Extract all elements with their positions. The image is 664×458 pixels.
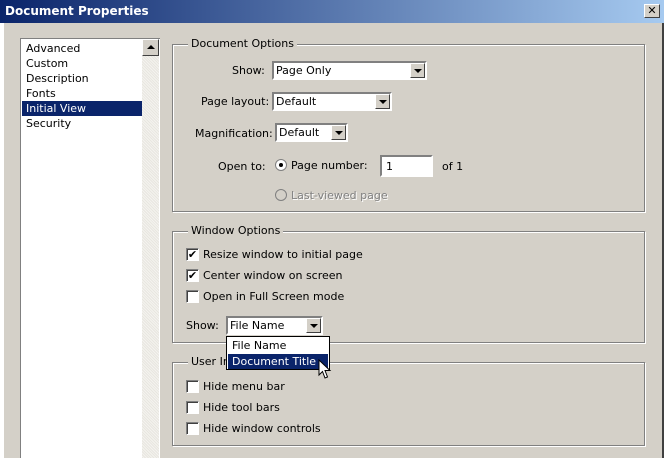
sidebar-item-label: Advanced <box>26 42 81 55</box>
sidebar-item-label: Custom <box>26 57 69 70</box>
chevron-down-icon <box>310 324 318 328</box>
sidebar-item-security[interactable]: Security <box>22 116 142 131</box>
dropdown-option-file-name[interactable]: File Name <box>228 338 328 353</box>
window-border-left <box>0 23 4 458</box>
close-icon: ✕ <box>647 4 657 17</box>
page-layout-select-button[interactable] <box>375 94 390 109</box>
window-show-select-button[interactable] <box>306 318 321 333</box>
chevron-down-icon <box>379 100 387 104</box>
page-number-field[interactable] <box>382 157 431 175</box>
resize-window-label: Resize window to initial page <box>203 248 363 261</box>
checkmark-icon: ✔ <box>187 269 198 282</box>
scroll-up-button[interactable] <box>142 39 159 56</box>
title-bar: Document Properties ✕ <box>0 0 664 23</box>
last-viewed-radio[interactable] <box>275 189 287 201</box>
page-number-input[interactable] <box>380 155 433 177</box>
sidebar-item-description[interactable]: Description <box>22 71 142 86</box>
window-show-select-value: File Name <box>230 319 285 332</box>
sidebar-item-label: Fonts <box>26 87 56 100</box>
hide-menu-bar-checkbox[interactable] <box>186 380 199 393</box>
document-options-legend: Document Options <box>188 37 297 50</box>
center-window-label: Center window on screen <box>203 269 343 282</box>
sidebar-item-advanced[interactable]: Advanced <box>22 41 142 56</box>
window-title: Document Properties <box>5 4 149 18</box>
show-select-value: Page Only <box>276 64 332 77</box>
hide-tool-bars-checkbox[interactable] <box>186 401 199 414</box>
window-options-legend: Window Options <box>188 224 284 237</box>
last-viewed-label: Last-viewed page <box>291 189 388 202</box>
magnification-select[interactable]: Default <box>275 123 348 142</box>
hide-window-controls-checkbox[interactable] <box>186 422 199 435</box>
sidebar-item-initial-view[interactable]: Initial View <box>22 101 142 116</box>
sidebar-item-label: Description <box>26 72 89 85</box>
show-label: Show: <box>232 64 265 77</box>
resize-window-checkbox[interactable]: ✔ <box>186 248 199 261</box>
page-total-label: of 1 <box>442 160 464 173</box>
chevron-down-icon <box>414 69 422 73</box>
sidebar-scrollbar[interactable] <box>142 39 159 458</box>
window-show-dropdown-list[interactable]: File Name Document Title <box>226 336 330 370</box>
open-to-label: Open to: <box>218 160 266 173</box>
center-window-checkbox[interactable]: ✔ <box>186 269 199 282</box>
hide-tool-bars-label: Hide tool bars <box>203 401 280 414</box>
chevron-up-icon <box>147 45 155 49</box>
magnification-select-button[interactable] <box>331 125 346 140</box>
checkmark-icon: ✔ <box>187 248 198 261</box>
show-select[interactable]: Page Only <box>272 61 427 80</box>
page-number-radio[interactable] <box>275 159 287 171</box>
full-screen-label: Open in Full Screen mode <box>203 290 345 303</box>
page-layout-label: Page layout: <box>201 95 270 108</box>
window-show-label: Show: <box>186 319 219 332</box>
window-show-select[interactable]: File Name <box>226 316 323 335</box>
mouse-cursor-icon <box>318 359 332 379</box>
page-number-label: Page number: <box>291 159 368 172</box>
magnification-label: Magnification: <box>195 127 273 140</box>
sidebar-item-label: Security <box>26 117 72 130</box>
full-screen-checkbox[interactable] <box>186 290 199 303</box>
show-select-button[interactable] <box>410 63 425 78</box>
hide-menu-bar-label: Hide menu bar <box>203 380 285 393</box>
sidebar-item-label: Initial View <box>26 102 87 115</box>
close-button[interactable]: ✕ <box>644 4 660 18</box>
chevron-down-icon <box>335 131 343 135</box>
hide-window-controls-label: Hide window controls <box>203 422 321 435</box>
category-list[interactable]: Advanced Custom Description Fonts Initia… <box>20 38 160 458</box>
page-layout-select[interactable]: Default <box>272 92 392 111</box>
sidebar-item-custom[interactable]: Custom <box>22 56 142 71</box>
page-layout-select-value: Default <box>276 95 317 108</box>
magnification-select-value: Default <box>279 126 320 139</box>
sidebar-item-fonts[interactable]: Fonts <box>22 86 142 101</box>
dropdown-option-document-title[interactable]: Document Title <box>228 354 328 369</box>
